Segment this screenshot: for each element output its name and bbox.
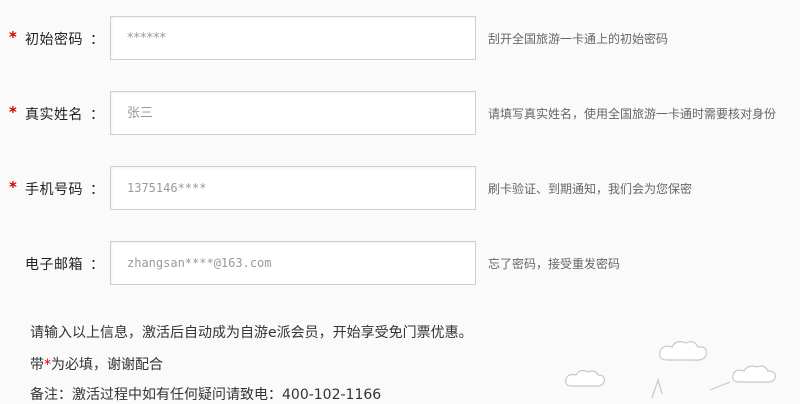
label-colon: ： xyxy=(90,257,104,273)
required-note-prefix: 带 xyxy=(30,357,44,373)
required-note-star: * xyxy=(44,357,51,373)
form-row-email: 电子邮箱 ： 忘了密码，接受重发密码 xyxy=(0,241,800,287)
label-colon: ： xyxy=(90,107,104,123)
real-name-hint: 请填写真实姓名，使用全国旅游一卡通时需要核对身份 xyxy=(488,107,777,121)
decorative-clouds-icon xyxy=(565,341,776,399)
contact-note: 备注：激活过程中如有任何疑问请致电：400-102-1166 xyxy=(30,387,382,403)
required-mark: * xyxy=(9,103,17,121)
label-colon: ： xyxy=(90,32,104,48)
initial-password-input[interactable] xyxy=(110,16,476,60)
initial-password-hint: 刮开全国旅游一卡通上的初始密码 xyxy=(488,32,669,46)
initial-password-label: 初始密码 xyxy=(25,32,83,48)
required-mark: * xyxy=(9,178,17,196)
phone-label: 手机号码 xyxy=(25,182,83,198)
required-mark: * xyxy=(9,28,17,46)
email-input[interactable] xyxy=(110,241,476,285)
real-name-input[interactable] xyxy=(110,91,476,135)
label-colon: ： xyxy=(90,182,104,198)
real-name-label: 真实姓名 xyxy=(25,107,83,123)
form-row-phone: * 手机号码 ： 刷卡验证、到期通知，我们会为您保密 xyxy=(0,166,800,212)
email-hint: 忘了密码，接受重发密码 xyxy=(488,257,621,271)
phone-hint: 刷卡验证、到期通知，我们会为您保密 xyxy=(488,182,693,196)
form-row-real-name: * 真实姓名 ： 请填写真实姓名，使用全国旅游一卡通时需要核对身份 xyxy=(0,91,800,137)
required-note: 带*为必填，谢谢配合 xyxy=(30,354,163,374)
info-note: 请输入以上信息，激活后自动成为自游e派会员，开始享受免门票优惠。 xyxy=(30,325,473,341)
form-row-initial-password: * 初始密码 ： 刮开全国旅游一卡通上的初始密码 xyxy=(0,16,800,62)
email-label: 电子邮箱 xyxy=(25,257,83,273)
phone-input[interactable] xyxy=(110,166,476,210)
required-note-suffix: 为必填，谢谢配合 xyxy=(51,357,163,373)
